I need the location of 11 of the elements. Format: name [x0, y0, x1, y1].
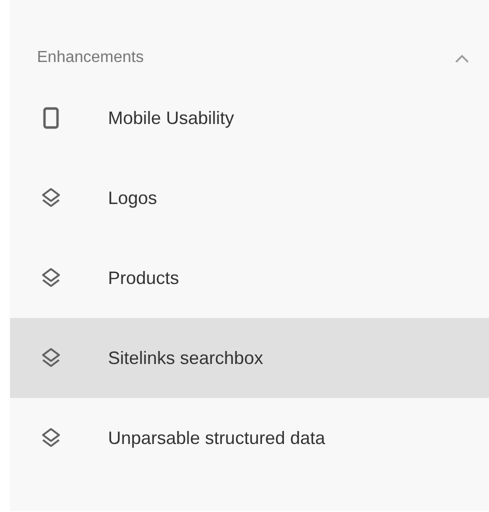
sidebar-item[interactable]: Sitelinks searchbox — [10, 318, 489, 398]
sidebar-item[interactable]: Products — [10, 238, 489, 318]
layers-icon — [40, 187, 62, 209]
section-title: Enhancements — [37, 49, 144, 67]
sidebar-item[interactable]: Unparsable structured data — [10, 398, 489, 478]
layers-icon — [40, 347, 62, 369]
layers-icon — [40, 427, 62, 449]
sidebar-item[interactable]: Mobile Usability — [10, 78, 489, 158]
collapse-chevron-icon[interactable] — [455, 54, 469, 62]
layers-icon — [40, 267, 62, 289]
sidebar-item[interactable]: Logos — [10, 158, 489, 238]
